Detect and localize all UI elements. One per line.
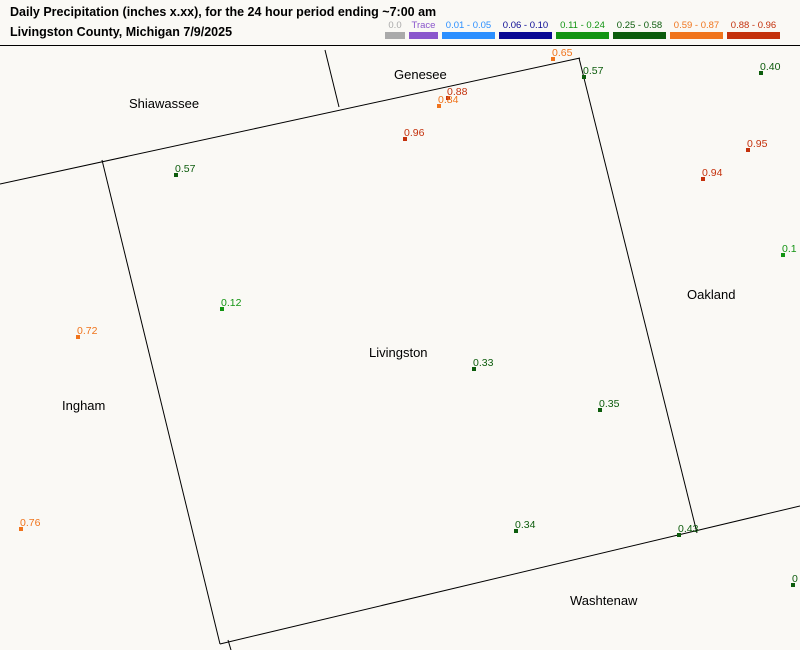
- county-label-oakland: Oakland: [687, 287, 735, 302]
- legend-item: 0.11 - 0.24: [556, 20, 609, 39]
- station-reading: 0.95: [746, 138, 768, 152]
- legend-swatch: [556, 32, 609, 39]
- station-reading: 0.94: [701, 167, 723, 181]
- station-reading: 0.33: [472, 357, 494, 371]
- station-reading: 0.34: [514, 519, 536, 533]
- legend-swatch: [385, 32, 405, 39]
- station-reading: 0.72: [76, 325, 98, 339]
- legend-item: 0.25 - 0.58: [613, 20, 666, 39]
- legend-item: 0.01 - 0.05: [442, 20, 495, 39]
- boundary-livingston-oakland: [578, 57, 698, 534]
- legend-item: Trace: [409, 20, 438, 39]
- legend-item: 0.06 - 0.10: [499, 20, 552, 39]
- station-value: 0.1: [782, 243, 797, 255]
- county-label-genesee: Genesee: [394, 67, 447, 82]
- station-value: 0.76: [20, 517, 41, 529]
- legend-label: 0.25 - 0.58: [616, 20, 663, 31]
- station-value: 0.34: [515, 519, 536, 531]
- legend-swatch: [670, 32, 723, 39]
- station-reading: 0.12: [220, 297, 242, 311]
- station-value: 0.57: [583, 65, 604, 77]
- station-value: 0.40: [760, 61, 781, 73]
- station-value: 0.84: [438, 94, 459, 106]
- precip-map-page: Daily Precipitation (inches x.xx), for t…: [0, 0, 800, 650]
- county-label-shiawassee: Shiawassee: [129, 96, 199, 111]
- legend-label: 0.11 - 0.24: [560, 20, 605, 31]
- boundary-south: [219, 505, 800, 645]
- station-value: 0.95: [747, 138, 768, 150]
- station-reading: 0.96: [403, 127, 425, 141]
- station-value: 0.96: [404, 127, 425, 139]
- legend-label: 0.0: [388, 20, 402, 31]
- station-reading: 0.57: [582, 65, 604, 79]
- legend-swatch: [727, 32, 780, 39]
- station-reading: 0: [791, 573, 798, 587]
- map-subtitle: Livingston County, Michigan 7/9/2025: [10, 25, 233, 39]
- legend-swatch: [499, 32, 552, 39]
- map-title: Daily Precipitation (inches x.xx), for t…: [10, 5, 437, 19]
- county-map: Shiawassee Genesee Livingston Oakland In…: [0, 47, 800, 650]
- legend-item: 0.0: [385, 20, 405, 39]
- legend-swatch: [409, 32, 438, 39]
- station-reading: 0.40: [759, 61, 781, 75]
- station-reading: 0.35: [598, 398, 620, 412]
- station-value: 0.57: [175, 163, 196, 175]
- station-reading: 0.76: [19, 517, 41, 531]
- legend-swatch: [442, 32, 495, 39]
- station-reading: 0.65: [551, 47, 573, 61]
- station-value: 0.43: [678, 523, 699, 535]
- station-readings: 0.650.57 0.400.880.840.960.950.940.570.10…: [19, 47, 798, 587]
- boundary-shiawassee-genesee: [324, 49, 340, 108]
- station-value: 0.12: [221, 297, 242, 309]
- station-value: 0: [792, 573, 798, 585]
- legend-swatch: [613, 32, 666, 39]
- legend-label: 0.01 - 0.05: [445, 20, 492, 31]
- station-reading: 0.57: [174, 163, 196, 177]
- boundary-north: [0, 57, 581, 185]
- county-label-ingham: Ingham: [62, 398, 105, 413]
- station-value: 0.94: [702, 167, 723, 179]
- legend-item: 0.88 - 0.96: [727, 20, 780, 39]
- county-label-washtenaw: Washtenaw: [570, 593, 638, 608]
- station-value: 0.33: [473, 357, 494, 369]
- legend-label: 0.06 - 0.10: [502, 20, 549, 31]
- map-header: Daily Precipitation (inches x.xx), for t…: [0, 0, 800, 46]
- legend-label: 0.59 - 0.87: [673, 20, 720, 31]
- station-value: 0.35: [599, 398, 620, 410]
- station-reading: 0.43: [677, 523, 699, 537]
- legend-label: 0.88 - 0.96: [730, 20, 777, 31]
- boundary-livingston-ingham: [101, 159, 221, 645]
- legend-item: 0.59 - 0.87: [670, 20, 723, 39]
- station-value: 0.65: [552, 47, 573, 59]
- county-label-livingston: Livingston: [369, 345, 428, 360]
- station-reading: 0.84: [437, 94, 459, 108]
- station-value: 0.72: [77, 325, 98, 337]
- station-reading: 0.1: [781, 243, 797, 257]
- legend-label: Trace: [411, 20, 436, 31]
